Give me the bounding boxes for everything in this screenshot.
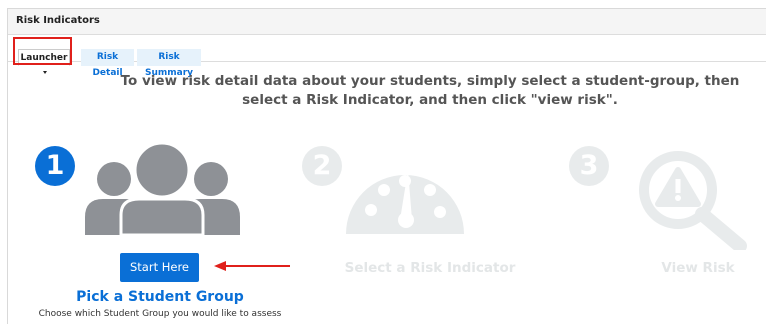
gauge-icon [346, 170, 464, 234]
warning-magnifier-icon [639, 151, 747, 250]
tab-risk-summary[interactable]: Risk Summary [137, 49, 201, 78]
instructions-text: To view risk detail data about your stud… [120, 73, 740, 108]
select-risk-indicator-label: Select a Risk Indicator [344, 260, 516, 276]
view-risk-label: View Risk [661, 260, 735, 276]
pick-student-group-description: Choose which Student Group you would lik… [38, 309, 282, 319]
step-3-badge: 3 [569, 146, 609, 186]
annotation-arrow-icon [214, 261, 290, 271]
user-group-icon [85, 143, 240, 235]
pick-student-group-title: Pick a Student Group [76, 289, 244, 305]
tab-bar: Launcher Risk Detail Risk Summary [8, 36, 766, 78]
start-here-button[interactable]: Start Here [120, 253, 199, 282]
panel-title: Risk Indicators [16, 15, 100, 26]
panel-header: Risk Indicators [8, 9, 766, 35]
tab-risk-detail[interactable]: Risk Detail [81, 49, 134, 78]
caret-down-icon [43, 71, 47, 74]
step-1-badge: 1 [35, 146, 75, 186]
step-2-badge: 2 [302, 146, 342, 186]
annotation-highlight-box [13, 37, 72, 65]
